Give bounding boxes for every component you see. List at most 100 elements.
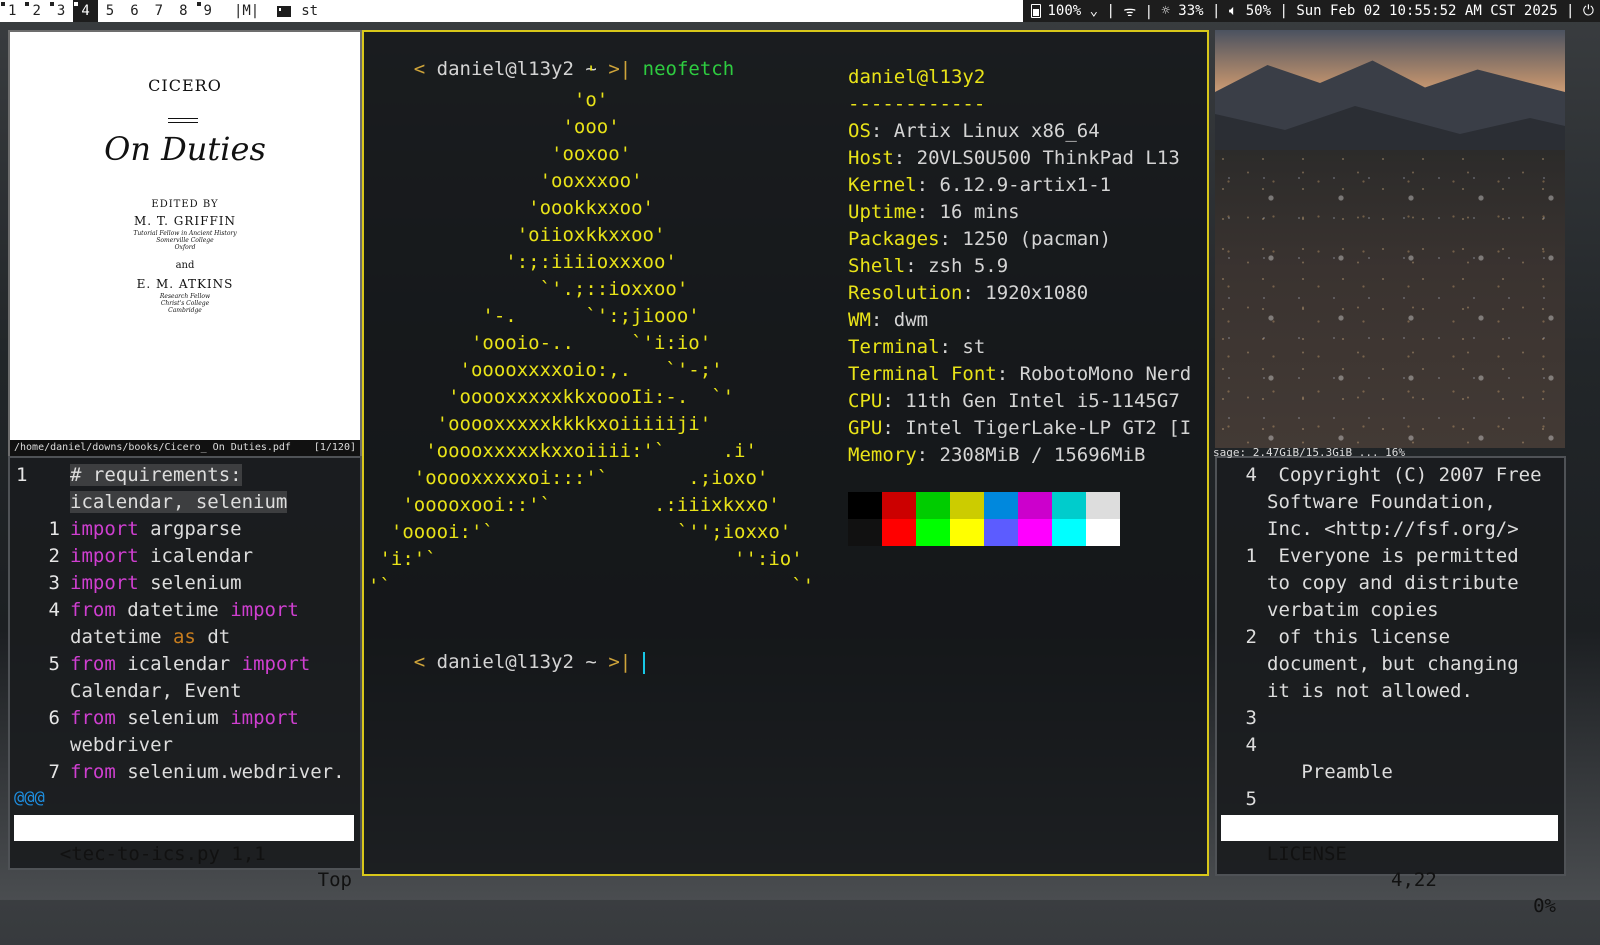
system-info: daniel@l13y2 ------------ OS: Artix Linu… (848, 64, 1191, 469)
color-swatch (882, 519, 916, 546)
tag-1[interactable]: 1 (0, 0, 24, 22)
text-line: 3 (1217, 705, 1267, 732)
info-row: CPU: 11th Gen Intel i5-1145G7 (848, 390, 1180, 412)
occupied-indicator (25, 2, 30, 6)
divider (168, 118, 198, 119)
affiliation-line: Tutorial Fellow in Ancient History (133, 230, 237, 237)
line-text: # requirements: (70, 464, 242, 486)
brightness-level: 33% (1178, 3, 1204, 19)
info-row: Kernel: 6.12.9-artix1-1 (848, 174, 1112, 196)
partial-top-line: sage: 2.47GiB/15.3GiB ... 16% (1213, 446, 1406, 459)
vim-editor-window[interactable]: 1 # requirements: icalendar, selenium 1 impo… (8, 456, 362, 891)
code-line: 3 import selenium (10, 570, 242, 597)
city-lights-image (1215, 150, 1565, 448)
pdf-path: /home/daniel/downs/books/Cicero_ On Duti… (14, 442, 291, 453)
vim-overflow-marker: @@@ (14, 788, 45, 808)
tag-label: 6 (130, 3, 139, 19)
info-value: 1250 (pacman) (962, 228, 1112, 250)
tag-label: 9 (203, 3, 212, 19)
line-text: from selenium.webdriver. (70, 761, 345, 783)
color-swatch (916, 519, 950, 546)
code-line: 6 from selenium import (10, 705, 299, 732)
image-viewer-window[interactable] (1215, 30, 1565, 448)
book-author: CICERO (148, 76, 222, 95)
tag-5[interactable]: 5 (98, 0, 122, 22)
pdf-viewer-window[interactable]: CICERO On Duties EDITED BY M. T. GRIFFIN… (8, 30, 362, 458)
code-line: 7 from selenium.webdriver. (10, 759, 345, 786)
prompt-bracket: < (413, 651, 426, 673)
tag-3[interactable]: 3 (49, 0, 73, 22)
pager-cursor-pos: 4,22 (1391, 869, 1437, 891)
tag-label: 2 (32, 3, 41, 19)
vim-filename: <tec-to-ics.py (59, 843, 220, 865)
tag-label: 7 (154, 3, 164, 19)
pdf-page: CICERO On Duties EDITED BY M. T. GRIFFIN… (10, 32, 360, 440)
text-line: to copy and distribute (1217, 570, 1519, 597)
info-rows: OS: Artix Linux x86_64 Host: 20VLS0U500 T… (848, 118, 1191, 469)
affiliation-line: Cambridge (168, 307, 202, 314)
line-text: import icalendar (70, 545, 254, 567)
status-area: 100% ⌄ | ᯤ | ☼ 33% | 🔈︎ 50% | Sun Feb 02… (1023, 0, 1600, 22)
info-value: 20VLS0U500 ThinkPad L13 (916, 147, 1180, 169)
line-number: 4 (1245, 464, 1257, 486)
wifi-icon: ᯤ | (1123, 3, 1162, 20)
pager-filename: LICENSE (1266, 843, 1347, 865)
occupied-indicator (1, 2, 5, 6)
affiliation-line: Christ's College (160, 300, 210, 307)
info-value: Artix Linux x86_64 (893, 120, 1100, 142)
text-line: it is not allowed. (1217, 678, 1473, 705)
tag-2[interactable]: 2 (24, 0, 48, 22)
line-number: 4 (48, 599, 60, 621)
line-number: 1 (1245, 545, 1257, 567)
info-key: Uptime (848, 201, 917, 223)
editor-name-1: M. T. GRIFFIN (133, 214, 237, 228)
pager-window[interactable]: sage: 2.47GiB/15.3GiB ... 16% 4 Copyrigh… (1213, 446, 1566, 917)
info-value: dwm (893, 309, 929, 331)
tag-8[interactable]: 8 (171, 0, 195, 22)
info-title: daniel@l13y2 (848, 66, 986, 88)
tag-4[interactable]: 4 (73, 0, 98, 22)
info-key: Memory (848, 444, 917, 466)
info-key: Packages (848, 228, 940, 250)
book-title: On Duties (104, 130, 266, 168)
terminal-window[interactable]: < daniel@l13y2 ~ >| neofetch ' 'o' 'ooo'… (362, 30, 1209, 876)
tag-label: 3 (56, 3, 66, 19)
line-number: 6 (48, 707, 60, 729)
pdf-page-counter: [1/120] (313, 442, 356, 453)
line-text: document, but changing (1267, 653, 1519, 675)
info-value: 11th Gen Intel i5-1145G7 (905, 390, 1180, 412)
tag-7[interactable]: 7 (147, 0, 171, 22)
line-text: Everyone is permitted (1267, 545, 1519, 567)
power-icon[interactable]: ⏻ (1583, 3, 1594, 19)
line-text: it is not allowed. (1267, 680, 1473, 702)
terminal-icon (277, 5, 292, 17)
code-line: 4 from datetime import (10, 597, 299, 624)
tag-label: 8 (179, 3, 188, 19)
volume-level: 50% (1245, 3, 1272, 19)
prompt-line-2[interactable]: < daniel@l13y2 ~ >| (368, 629, 645, 696)
affiliation-line: Oxford (174, 244, 196, 251)
tag-9[interactable]: 9 (196, 0, 220, 22)
line-text: import argparse (70, 518, 242, 540)
window-title-text: st (301, 3, 319, 19)
text-line: Preamble (1217, 759, 1393, 786)
prompt-user: daniel@l13y2 (436, 651, 574, 673)
layout-indicator[interactable]: |M| (220, 3, 267, 19)
editor-1-affiliation: Tutorial Fellow in Ancient History Somer… (10, 230, 360, 251)
line-number: 4 (1245, 734, 1257, 756)
tag-label: 4 (81, 3, 90, 19)
info-row: OS: Artix Linux x86_64 (848, 120, 1100, 142)
prompt-bracket: >| (608, 651, 632, 673)
affiliation-line: Research Fellow (159, 293, 211, 300)
vim-statusline: <tec-to-ics.py 1,1 Top (14, 815, 354, 891)
line-text: from icalendar import (70, 653, 311, 675)
color-swatch (1086, 492, 1120, 519)
info-value: 6.12.9-artix1-1 (939, 174, 1112, 196)
line-text: webdriver (70, 734, 173, 756)
color-swatch (984, 492, 1018, 519)
code-line: 5 from icalendar import (10, 651, 311, 678)
tag-6[interactable]: 6 (122, 0, 146, 22)
line-text: from datetime import (70, 599, 299, 621)
info-row: WM: dwm (848, 309, 929, 331)
line-text: to copy and distribute (1267, 572, 1519, 594)
